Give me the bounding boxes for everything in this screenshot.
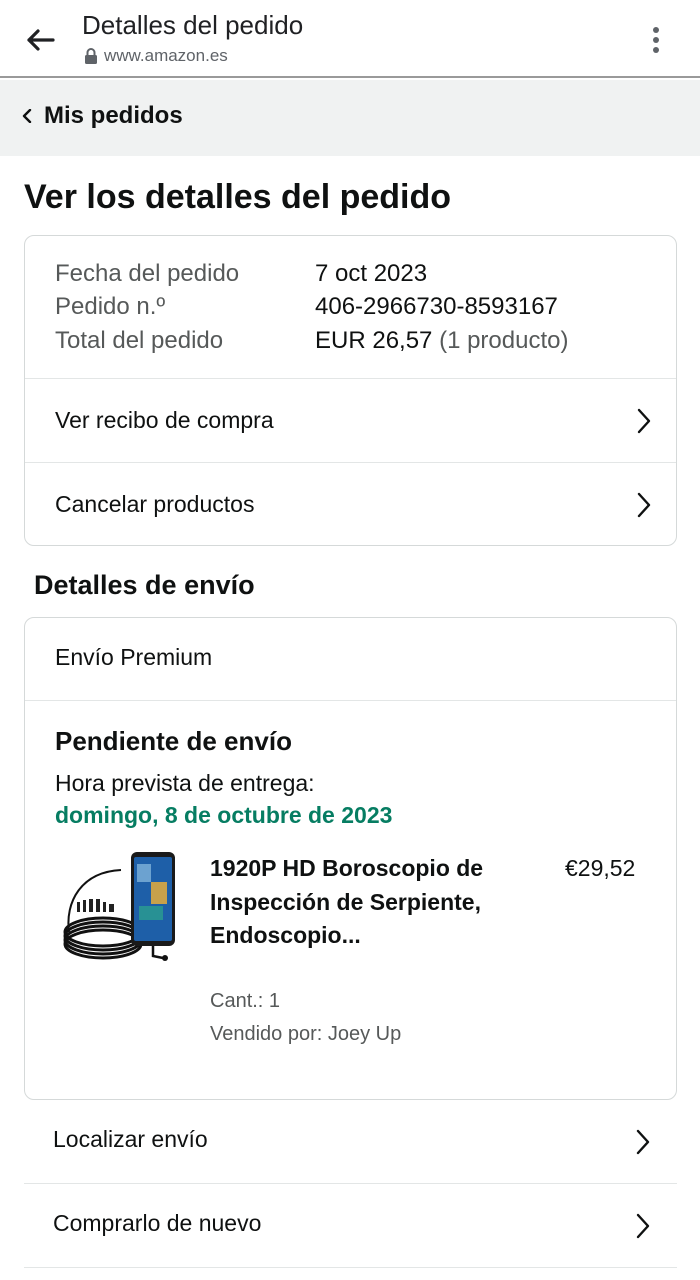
order-number-label: Pedido n.º	[55, 293, 166, 320]
product-seller: Vendido por: Joey Up	[210, 1023, 402, 1045]
product-price: €29,52	[565, 855, 636, 881]
url-text: www.amazon.es	[104, 46, 228, 65]
product-image[interactable]	[61, 852, 181, 972]
product-quantity: Cant.: 1	[210, 990, 281, 1012]
shipping-heading: Detalles de envío	[34, 570, 255, 600]
lock-icon	[85, 48, 97, 64]
breadcrumb-label: Mis pedidos	[44, 102, 183, 129]
browser-page-title: Detalles del pedido	[82, 10, 304, 40]
order-date-label: Fecha del pedido	[55, 260, 240, 287]
shipping-type: Envío Premium	[55, 644, 213, 670]
view-receipt-link[interactable]: Ver recibo de compra	[25, 378, 676, 462]
order-number-value: 406-2966730-8593167	[315, 293, 558, 320]
buy-again-label: Comprarlo de nuevo	[53, 1210, 262, 1236]
page-heading: Ver los detalles del pedido	[24, 178, 452, 216]
url-row[interactable]: www.amazon.es	[84, 46, 228, 66]
cancel-products-link[interactable]: Cancelar productos	[25, 462, 676, 545]
divider	[25, 700, 676, 701]
chevron-right-icon	[636, 1213, 650, 1239]
order-item-count: (1 producto)	[439, 327, 569, 354]
breadcrumb-bar: Mis pedidos	[0, 80, 700, 156]
order-total-label: Total del pedido	[55, 327, 224, 354]
chevron-right-icon	[637, 492, 651, 518]
product-title-link[interactable]: 1920P HD Boroscopio de Inspección de Ser…	[210, 852, 510, 953]
chevron-right-icon	[636, 1129, 650, 1155]
cancel-products-label: Cancelar productos	[55, 491, 255, 517]
browser-top-bar: Detalles del pedido www.amazon.es	[0, 0, 700, 78]
order-summary: Fecha del pedido 7 oct 2023 Pedido n.º 4…	[25, 236, 676, 378]
shipment-card: Envío Premium Pendiente de envío Hora pr…	[24, 617, 677, 1100]
delivery-eta-date: domingo, 8 de octubre de 2023	[55, 802, 393, 828]
kebab-menu-icon	[653, 27, 659, 53]
chevron-left-icon	[22, 109, 32, 123]
order-summary-card: Fecha del pedido 7 oct 2023 Pedido n.º 4…	[24, 235, 677, 546]
order-total-value: EUR 26,57	[315, 327, 433, 354]
order-total-value-row: EUR 26,57 (1 producto)	[315, 327, 568, 355]
buy-again-link[interactable]: Comprarlo de nuevo	[24, 1184, 677, 1268]
track-package-label: Localizar envío	[53, 1126, 208, 1152]
breadcrumb-my-orders[interactable]: Mis pedidos	[22, 102, 183, 130]
overflow-menu-button[interactable]	[634, 18, 678, 62]
delivery-eta-label: Hora prevista de entrega:	[55, 770, 315, 796]
shipment-status: Pendiente de envío	[55, 726, 292, 756]
view-receipt-label: Ver recibo de compra	[55, 407, 274, 433]
back-button[interactable]	[18, 18, 62, 62]
chevron-right-icon	[637, 408, 651, 434]
track-package-link[interactable]: Localizar envío	[24, 1100, 677, 1184]
arrow-left-icon	[27, 29, 55, 51]
order-date-value: 7 oct 2023	[315, 260, 428, 287]
